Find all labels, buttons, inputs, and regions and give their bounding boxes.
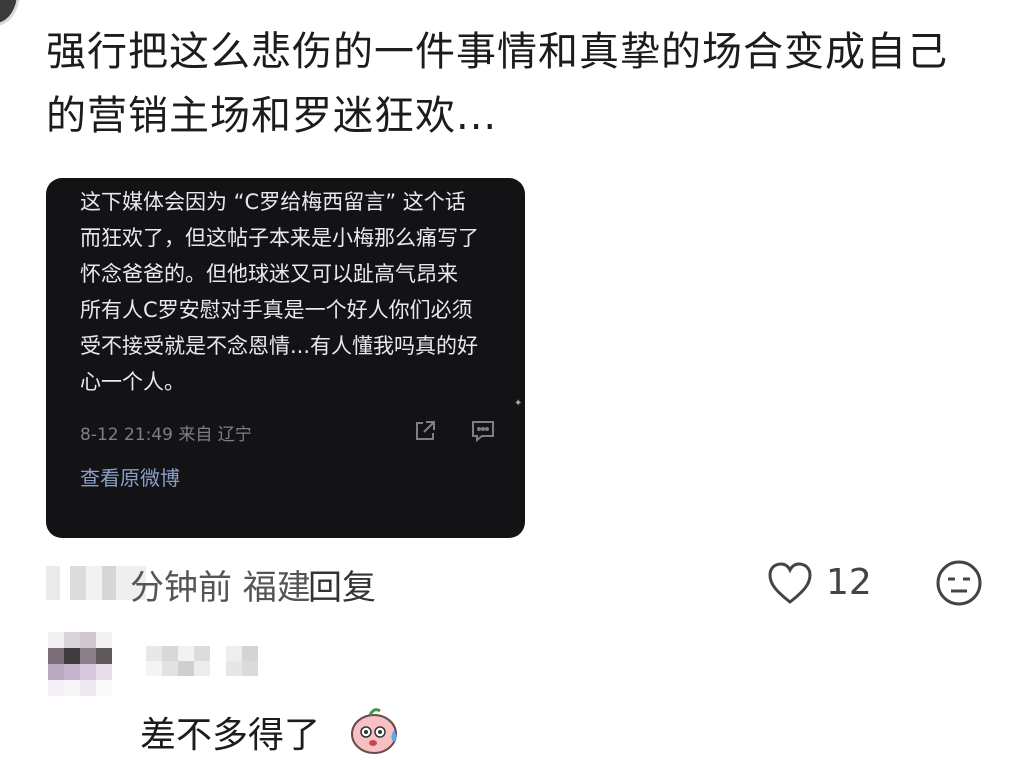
quote-line: 而狂欢了，但这帖子本来是小梅那么痛写了 xyxy=(80,226,479,250)
quote-meta-row: 8-12 21:49 来自 辽宁 xyxy=(80,418,500,445)
view-original-link[interactable]: 查看原微博 xyxy=(80,462,180,491)
quoted-weibo-card[interactable]: 这下媒体会因为 “C罗给梅西留言” 这个话 而狂欢了，但这帖子本来是小梅那么痛写… xyxy=(46,178,525,538)
like-count: 12 xyxy=(826,562,872,603)
quoted-post-text: 这下媒体会因为 “C罗给梅西留言” 这个话 而狂欢了，但这帖子本来是小梅那么痛写… xyxy=(80,184,525,400)
top-avatar[interactable] xyxy=(0,0,20,26)
blurred-username xyxy=(146,646,262,676)
quote-line: 这下媒体会因为 “C罗给梅西留言” 这个话 xyxy=(80,190,466,214)
quote-line: 心一个人。 xyxy=(80,370,185,394)
sparkle-icon: ✦ xyxy=(514,398,523,409)
comment-time-location: 分钟前 福建 xyxy=(130,568,311,608)
avatar[interactable] xyxy=(48,632,112,696)
sweat-emoji-icon xyxy=(348,704,404,760)
reply-text: 差不多得了 xyxy=(140,715,321,756)
comment-icon[interactable] xyxy=(470,418,496,449)
quote-line: 怀念爸爸的。但他球迷又可以趾高气昂来 xyxy=(80,262,458,286)
quote-line: 受不接受就是不念恩情...有人懂我吗真的好 xyxy=(80,334,479,358)
post-time-location: 8-12 21:49 来自 辽宁 xyxy=(80,425,252,445)
quote-line: 所有人C罗安慰对手真是一个好人你们必须 xyxy=(80,298,473,322)
comment-text: 强行把这么悲伤的一件事情和真挚的场合变成自己的营销主场和罗迷狂欢... xyxy=(46,29,948,139)
comment-footer: 分钟前 福建 回复 12 xyxy=(46,558,986,608)
emoji-face-icon[interactable] xyxy=(934,558,984,612)
heart-icon[interactable] xyxy=(766,560,814,610)
share-icon[interactable] xyxy=(412,418,438,449)
reply-button[interactable]: 回复 xyxy=(308,560,376,609)
